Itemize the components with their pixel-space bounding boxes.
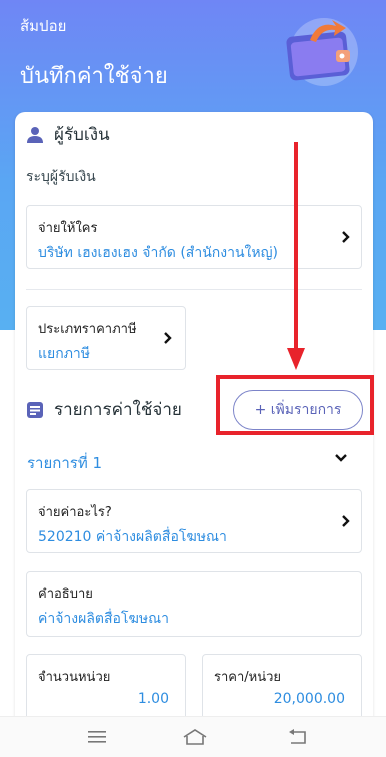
item-number-title[interactable]: รายการที่ 1 [27,451,102,475]
person-icon [27,126,43,143]
pay-to-label: จ่ายให้ใคร [38,221,98,236]
tax-type-label: ประเภทราคาภาษี [38,322,137,337]
description-field[interactable]: คำอธิบาย ค่าจ้างผลิตสื่อโฆษณา [26,571,362,637]
wallet-illustration-icon [286,18,358,86]
tax-type-value: แยกภาษี [38,346,91,362]
list-icon [27,401,43,418]
expense-title-text: รายการค่าใช้จ่าย [54,400,182,420]
chevron-down-icon[interactable] [334,453,348,463]
chevron-right-icon [342,515,350,527]
pay-to-field[interactable]: จ่ายให้ใคร บริษัท เฮงเฮงเฮง จำกัด (สำนัก… [26,205,362,269]
pay-for-label: จ่ายค่าอะไร? [38,505,112,520]
back-icon[interactable] [287,727,309,747]
payee-instruction: ระบุผู้รับเงิน [26,169,96,185]
section-divider [26,289,362,290]
annotation-highlight-box [216,375,374,435]
system-navigation-bar [0,716,386,757]
home-icon[interactable] [182,727,208,747]
description-label: คำอธิบาย [38,587,93,602]
pay-to-value: บริษัท เฮงเฮงเฮง จำกัด (สำนักงานใหญ่) [38,245,278,261]
payee-title-text: ผู้รับเงิน [54,125,110,145]
pay-for-value: 520210 ค่าจ้างผลิตสื่อโฆษณา [38,529,227,545]
pay-for-field[interactable]: จ่ายค่าอะไร? 520210 ค่าจ้างผลิตสื่อโฆษณา [26,489,362,553]
chevron-right-icon [342,231,350,243]
quantity-value: 1.00 [137,691,169,707]
chevron-right-icon [164,332,172,344]
unit-price-value: 20,000.00 [273,691,345,707]
unit-price-label: ราคา/หน่วย [214,670,282,685]
description-value: ค่าจ้างผลิตสื่อโฆษณา [38,611,169,627]
payee-section-title: ผู้รับเงิน [26,121,110,148]
tax-type-field[interactable]: ประเภทราคาภาษี แยกภาษี [26,306,186,370]
app-name: ส้มปอย [20,17,67,35]
quantity-label: จำนวนหน่วย [38,670,111,685]
page-title: บันทึกค่าใช้จ่าย [20,64,168,89]
annotation-arrow [287,142,305,370]
expense-section-title: รายการค่าใช้จ่าย [26,396,182,423]
menu-icon[interactable] [86,727,108,747]
